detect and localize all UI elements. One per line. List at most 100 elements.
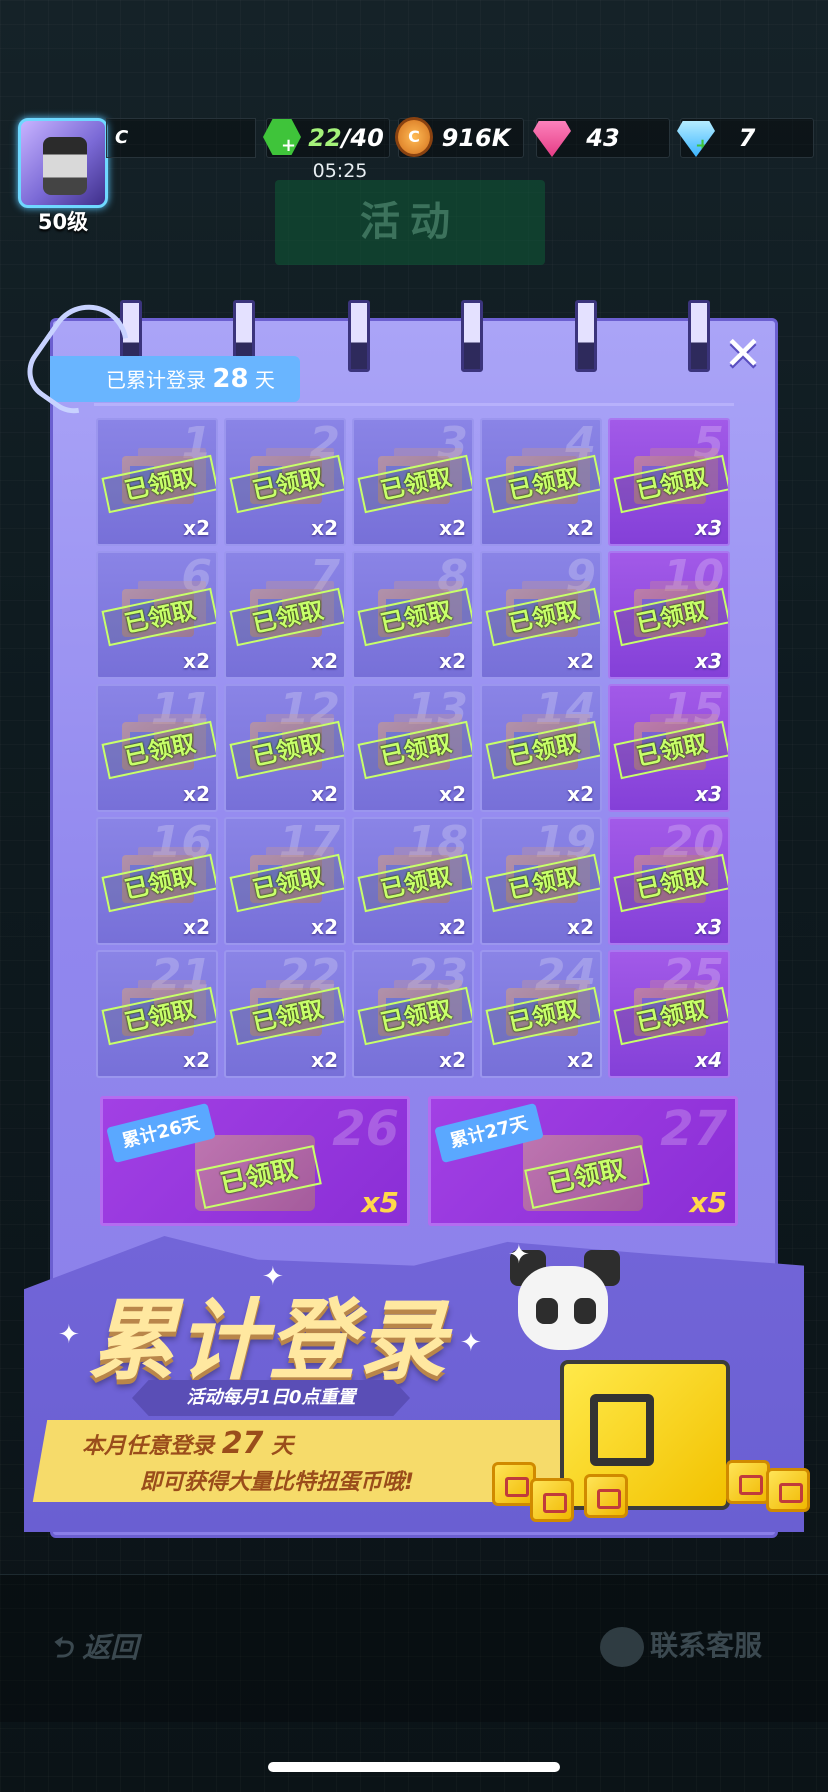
diamond-value: 7 xyxy=(738,124,756,152)
reward-quantity: x2 xyxy=(183,1048,210,1072)
pink-gem-icon xyxy=(533,121,571,157)
plus-icon: + xyxy=(695,135,711,156)
reward-quantity: x2 xyxy=(439,782,466,806)
login-days-prefix: 已累计登录 xyxy=(106,368,206,392)
milestone-reward-26[interactable]: 26 累计26天 已领取 x5 xyxy=(100,1096,410,1226)
reward-quantity: x2 xyxy=(311,1048,338,1072)
avatar[interactable] xyxy=(18,118,108,208)
home-indicator[interactable] xyxy=(268,1762,560,1772)
chat-bubble-icon xyxy=(600,1627,644,1667)
coin-counter[interactable]: C 916K xyxy=(395,117,524,158)
reward-quantity: x5 xyxy=(689,1186,727,1219)
reward-quantity: x2 xyxy=(183,516,210,540)
reward-quantity: x2 xyxy=(439,915,466,939)
daily-reward-cell[interactable]: 8 已领取 x2 xyxy=(352,551,474,679)
reward-quantity: x2 xyxy=(439,649,466,673)
binder-ring xyxy=(688,300,710,372)
energy-max: /40 xyxy=(341,124,384,152)
reward-quantity: x2 xyxy=(439,1048,466,1072)
daily-reward-cell[interactable]: 12 已领取 x2 xyxy=(224,684,346,812)
reward-quantity: x2 xyxy=(567,1048,594,1072)
avatar-figure xyxy=(43,137,87,195)
reward-quantity: x2 xyxy=(567,516,594,540)
info-line-1-prefix: 本月任意登录 xyxy=(82,1434,215,1459)
reward-quantity: x5 xyxy=(361,1186,399,1219)
daily-reward-cell[interactable]: 6 已领取 x2 xyxy=(96,551,218,679)
reward-quantity: x2 xyxy=(183,649,210,673)
reward-quantity: x2 xyxy=(311,782,338,806)
reward-quantity: x4 xyxy=(695,1048,722,1072)
daily-reward-cell[interactable]: 18 已领取 x2 xyxy=(352,817,474,945)
reward-quantity: x3 xyxy=(695,516,722,540)
pink-gem-value: 43 xyxy=(586,124,620,152)
reward-quantity: x2 xyxy=(567,782,594,806)
diamond-counter[interactable]: + 7 xyxy=(677,118,814,158)
daily-reward-cell[interactable]: 11 已领取 x2 xyxy=(96,684,218,812)
daily-reward-cell[interactable]: 7 已领取 x2 xyxy=(224,551,346,679)
energy-current: 22 xyxy=(308,124,342,152)
login-days-count: 28 xyxy=(212,364,249,394)
daily-reward-cell[interactable]: 17 已领取 x2 xyxy=(224,817,346,945)
daily-reward-cell[interactable]: 23 已领取 x2 xyxy=(352,950,474,1078)
page-title: 活动 xyxy=(275,180,545,265)
daily-reward-cell[interactable]: 3 已领取 x2 xyxy=(352,418,474,546)
energy-timer: 05:25 xyxy=(312,160,368,182)
milestone-reward-27[interactable]: 27 累计27天 已领取 x5 xyxy=(428,1096,738,1226)
sparkle-icon: ✦ xyxy=(58,1320,80,1350)
info-line-1: 本月任意登录 27 天 xyxy=(82,1426,293,1461)
milestone-day-number: 27 xyxy=(660,1101,727,1157)
reward-quantity: x2 xyxy=(311,649,338,673)
pink-gem-counter[interactable]: 43 xyxy=(533,118,670,158)
daily-reward-cell[interactable]: 10 已领取 x3 xyxy=(608,551,730,679)
diamond-icon: + xyxy=(677,121,715,157)
reward-quantity: x2 xyxy=(439,516,466,540)
back-arrow-icon: ⮌ xyxy=(50,1631,83,1664)
reward-quantity: x3 xyxy=(695,649,722,673)
reward-quantity: x3 xyxy=(695,782,722,806)
contact-support-button[interactable]: 联系客服 xyxy=(600,1624,762,1667)
reward-quantity: x2 xyxy=(567,649,594,673)
close-button[interactable]: ✕ xyxy=(718,328,768,378)
daily-reward-cell[interactable]: 16 已领取 x2 xyxy=(96,817,218,945)
energy-counter[interactable]: + 22/40 xyxy=(263,118,390,158)
info-line-1-suffix: 天 xyxy=(271,1434,294,1459)
info-line-1-days: 27 xyxy=(221,1426,264,1461)
daily-reward-cell[interactable]: 2 已领取 x2 xyxy=(224,418,346,546)
sparkle-icon: ✦ xyxy=(508,1240,530,1270)
daily-reward-cell[interactable]: 13 已领取 x2 xyxy=(352,684,474,812)
daily-reward-cell[interactable]: 20 已领取 x3 xyxy=(608,817,730,945)
daily-reward-cell[interactable]: 24 已领取 x2 xyxy=(480,950,602,1078)
daily-reward-cell[interactable]: 5 已领取 x3 xyxy=(608,418,730,546)
gacha-coin-icon xyxy=(766,1468,810,1512)
reward-quantity: x2 xyxy=(183,782,210,806)
divider xyxy=(94,403,734,406)
daily-reward-cell[interactable]: 1 已领取 x2 xyxy=(96,418,218,546)
daily-reward-cell[interactable]: 19 已领取 x2 xyxy=(480,817,602,945)
daily-reward-cell[interactable]: 14 已领取 x2 xyxy=(480,684,602,812)
binder-ring xyxy=(348,300,370,372)
gacha-coin-icon xyxy=(584,1474,628,1518)
sparkle-icon: ✦ xyxy=(460,1328,482,1358)
daily-reward-cell[interactable]: 22 已领取 x2 xyxy=(224,950,346,1078)
info-line-2: 即可获得大量比特扭蛋币哦! xyxy=(140,1470,415,1495)
reward-quantity: x2 xyxy=(567,915,594,939)
login-days-suffix: 天 xyxy=(254,368,275,392)
daily-reward-cell[interactable]: 9 已领取 x2 xyxy=(480,551,602,679)
daily-reward-cell[interactable]: 21 已领取 x2 xyxy=(96,950,218,1078)
reward-quantity: x2 xyxy=(183,915,210,939)
plus-icon: + xyxy=(281,135,297,156)
daily-reward-cell[interactable]: 4 已领取 x2 xyxy=(480,418,602,546)
reward-quantity: x2 xyxy=(311,516,338,540)
binder-ring xyxy=(461,300,483,372)
gacha-coin-icon xyxy=(726,1460,770,1504)
daily-reward-cell[interactable]: 25 已领取 x4 xyxy=(608,950,730,1078)
banner-subtitle: 活动每月1日0点重置 xyxy=(132,1380,410,1416)
support-label: 联系客服 xyxy=(650,1629,763,1662)
coin-icon: C xyxy=(395,117,433,157)
back-button[interactable]: ⮌ 返回 xyxy=(50,1626,138,1675)
sparkle-icon: ✦ xyxy=(262,1262,284,1292)
top-bar: 50级 C + 22/40 05:25 C 916K 43 + 7 活动 xyxy=(0,0,828,270)
daily-reward-cell[interactable]: 15 已领取 x3 xyxy=(608,684,730,812)
reward-quantity: x2 xyxy=(311,915,338,939)
reward-quantity: x3 xyxy=(695,915,722,939)
